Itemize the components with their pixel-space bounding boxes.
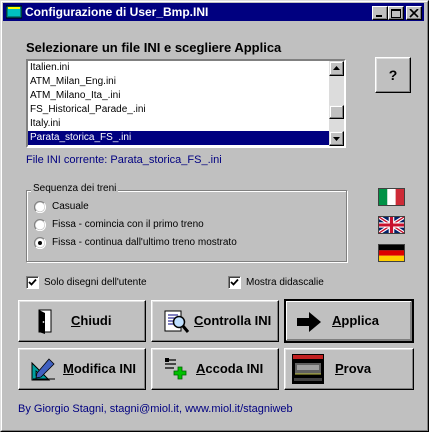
test-button[interactable]: Prova (284, 348, 414, 390)
radio-button-icon (34, 201, 46, 213)
minimize-icon (376, 15, 382, 17)
checkbox-box (228, 276, 241, 289)
app-icon (6, 5, 22, 19)
close-icon (409, 9, 419, 18)
config-window: Configurazione di User_Bmp.INI Seleziona… (0, 0, 429, 432)
ini-file-list[interactable]: Italien.ini ATM_Milan_Eng.ini ATM_Milano_I… (26, 59, 346, 148)
scroll-down-button[interactable] (329, 131, 344, 146)
list-item-selected[interactable]: Parata_storica_FS_.ini (28, 131, 329, 145)
close-app-label: Chiudi (71, 313, 112, 328)
radio-selected-icon (34, 237, 46, 249)
door-exit-icon (38, 309, 52, 334)
author-credits: By Giorgio Stagni, stagni@miol.it, www.m… (18, 403, 293, 415)
scroll-up-button[interactable] (329, 61, 344, 76)
checkmark-icon (28, 278, 37, 286)
list-item[interactable]: Italy.ini (28, 117, 329, 131)
close-app-button[interactable]: Chiudi (18, 300, 146, 342)
help-button[interactable]: ? (375, 57, 411, 93)
list-item[interactable]: ATM_Milan_Eng.ini (28, 75, 329, 89)
list-item[interactable]: ATM_Milano_Ita_.ini (28, 89, 329, 103)
maximize-icon (391, 9, 401, 18)
ruler-pencil-icon (31, 358, 55, 381)
uk-flag-icon[interactable] (378, 216, 405, 234)
test-label: Prova (335, 361, 372, 376)
italy-flag-icon[interactable] (378, 188, 405, 206)
scroll-thumb[interactable] (329, 105, 344, 119)
radio-button-icon (34, 219, 46, 231)
magnifier-icon (164, 310, 190, 333)
add-document-icon (165, 358, 187, 380)
train-sequence-title: Sequenza dei treni (31, 183, 119, 194)
check-ini-label: Controlla INI (194, 313, 272, 328)
radio-fixed-first-label: Fissa - comincia con il primo treno (52, 219, 204, 230)
list-item[interactable]: Italien.ini (28, 61, 329, 75)
radio-random-label: Casuale (52, 201, 89, 212)
user-drawings-label: Solo disegni dell'utente (44, 277, 147, 288)
arrow-right-icon (297, 312, 321, 332)
apply-button[interactable]: Applica (284, 299, 414, 343)
append-ini-label: Accoda INI (196, 361, 264, 376)
radio-fixed-continue-label: Fissa - continua dall'ultimo treno mostr… (52, 237, 237, 248)
current-ini-label: File INI corrente: Parata_storica_FS_.in… (26, 154, 222, 166)
edit-ini-label: Modifica INI (63, 361, 136, 376)
maximize-button[interactable] (388, 6, 404, 20)
triangle-up-icon (333, 66, 340, 70)
show-captions-label: Mostra didascalie (246, 277, 324, 288)
germany-flag-icon[interactable] (378, 244, 405, 262)
close-button[interactable] (406, 6, 422, 20)
instruction-heading: Selezionare un file INI e scegliere Appl… (26, 40, 282, 55)
checkbox-box (26, 276, 39, 289)
minimize-button[interactable] (372, 6, 388, 20)
title-bar[interactable]: Configurazione di User_Bmp.INI (3, 3, 424, 21)
list-scrollbar[interactable] (329, 61, 344, 146)
append-ini-button[interactable]: Accoda INI (151, 348, 279, 390)
apply-label: Applica (332, 313, 379, 328)
window-title: Configurazione di User_Bmp.INI (25, 5, 209, 19)
check-ini-button[interactable]: Controlla INI (151, 300, 279, 342)
triangle-down-icon (333, 137, 340, 141)
edit-ini-button[interactable]: Modifica INI (18, 348, 146, 390)
list-item[interactable]: FS_Historical_Parade_.ini (28, 103, 329, 117)
train-preview-icon (292, 354, 324, 384)
checkmark-icon (230, 278, 239, 286)
ini-file-items: Italien.ini ATM_Milan_Eng.ini ATM_Milano_I… (28, 61, 329, 146)
